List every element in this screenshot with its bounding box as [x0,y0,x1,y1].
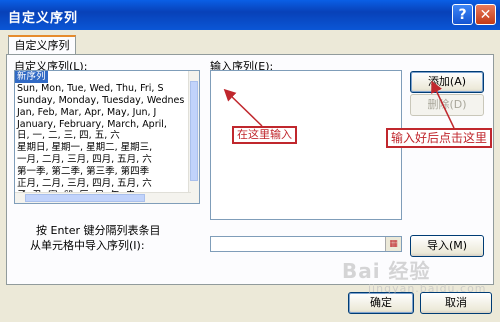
watermark-logo: Bai 经验 [342,259,431,283]
annotation-input-here: 在这里输入 [232,126,297,144]
watermark-url: jingyan.baidu.com [368,282,487,295]
arrow-to-entries [223,88,263,127]
baidu-watermark: Bai 经验 jingyan.baidu.com [342,255,487,295]
arrow-to-add [431,80,455,129]
annotation-click-here: 输入好后点击这里 [386,128,493,148]
